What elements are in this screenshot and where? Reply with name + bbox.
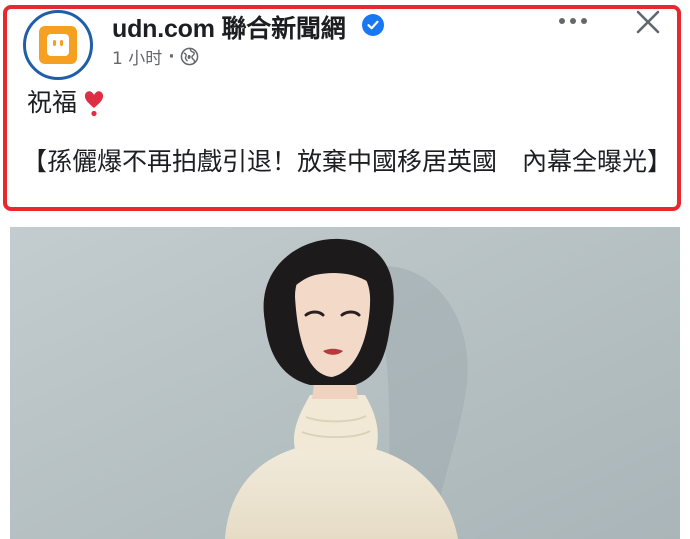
post-text-line: 祝福 bbox=[27, 86, 105, 120]
red-heart-exclamation-icon bbox=[83, 89, 105, 117]
more-options-button[interactable] bbox=[556, 10, 590, 32]
page-avatar[interactable] bbox=[23, 10, 93, 80]
meta-separator: · bbox=[168, 46, 175, 67]
verified-badge-icon bbox=[362, 14, 384, 36]
udn-logo-icon bbox=[39, 26, 77, 64]
close-icon bbox=[636, 10, 660, 34]
post-headline: 【孫儷爆不再拍戲引退！放棄中國移居英國 內幕全曝光】 bbox=[22, 147, 673, 176]
post-greeting: 祝福 bbox=[27, 88, 78, 117]
post-photo[interactable] bbox=[10, 227, 680, 539]
post-meta: 1 小时 · bbox=[112, 44, 199, 69]
page-name[interactable]: udn.com 聯合新聞網 bbox=[112, 9, 346, 45]
post-timestamp[interactable]: 1 小时 bbox=[112, 44, 162, 69]
close-button[interactable] bbox=[632, 6, 664, 38]
more-options-icon bbox=[559, 18, 565, 24]
globe-icon[interactable] bbox=[180, 47, 199, 66]
